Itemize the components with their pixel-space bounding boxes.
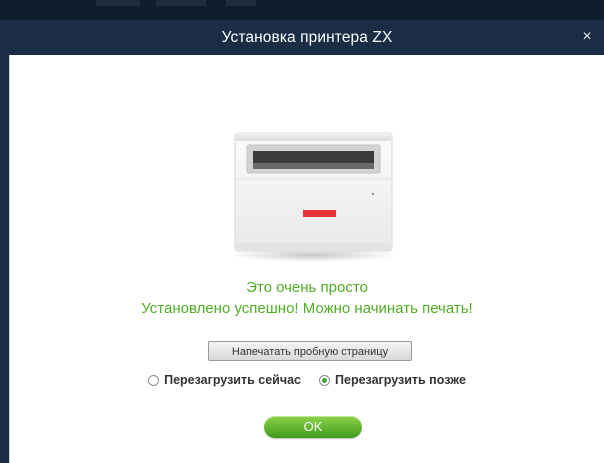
printer-illustration-icon [233, 127, 394, 262]
restart-later-option[interactable]: Перезагрузить позже [319, 373, 466, 387]
background-window-strip [0, 0, 604, 20]
restart-now-option[interactable]: Перезагрузить сейчас [148, 373, 301, 387]
window-left-edge [0, 20, 10, 463]
close-icon: × [582, 28, 592, 45]
close-button[interactable]: × [576, 26, 598, 48]
radio-restart-later[interactable] [319, 374, 331, 386]
restart-options: Перезагрузить сейчас Перезагрузить позже [10, 373, 604, 387]
radio-restart-now[interactable] [148, 374, 160, 386]
success-heading: Это очень просто [246, 279, 368, 296]
print-test-page-button[interactable]: Напечатать пробную страницу [208, 341, 412, 361]
restart-later-label: Перезагрузить позже [335, 373, 466, 387]
background-window-text [96, 0, 296, 6]
success-message: Установлено успешно! Можно начинать печа… [141, 300, 473, 317]
title-bar[interactable]: Установка принтера ZX × [10, 20, 604, 55]
ok-button[interactable]: OK [264, 416, 362, 438]
restart-now-label: Перезагрузить сейчас [164, 373, 302, 387]
dialog-content: Это очень просто Установлено успешно! Мо… [10, 55, 604, 463]
window-title: Установка принтера ZX [221, 28, 393, 46]
